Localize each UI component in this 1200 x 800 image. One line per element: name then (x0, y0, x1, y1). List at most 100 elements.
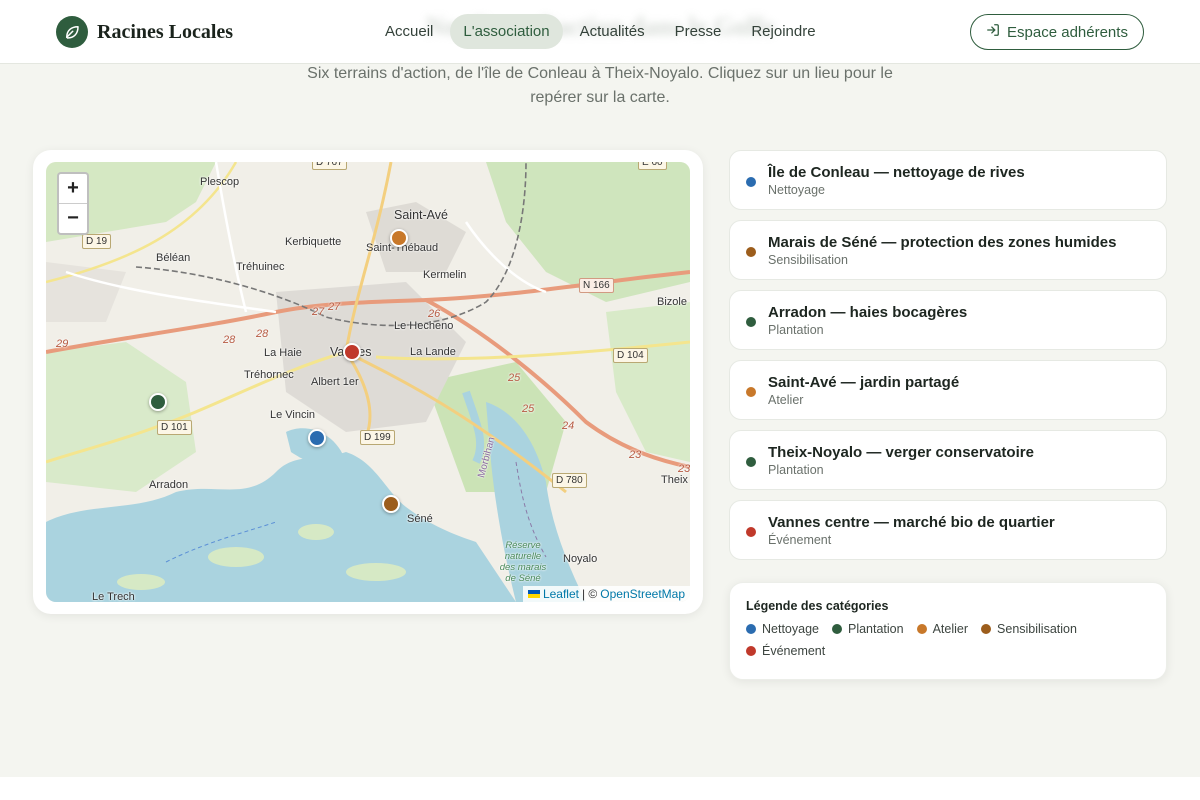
map-label-theix: Theix (661, 474, 688, 486)
category-dot (746, 177, 756, 187)
brand-name: Racines Locales (97, 20, 234, 43)
map-label-le-trech: Le Trech (92, 591, 135, 602)
login-icon (986, 23, 1000, 41)
site-card-conleau[interactable]: Île de Conleau — nettoyage de rives Nett… (729, 150, 1167, 210)
road-exit-25a: 25 (508, 372, 521, 384)
map-label-trehornec: Tréhornec (244, 369, 294, 381)
map-label-arradon: Arradon (149, 479, 189, 491)
site-title: Theix-Noyalo — verger conservatoire (768, 444, 1034, 461)
category-dot (746, 387, 756, 397)
leaflet-link[interactable]: Leaflet (543, 587, 579, 601)
site-category: Événement (768, 533, 832, 547)
legend-item-sensibilisation: Sensibilisation (981, 622, 1077, 636)
attribution-separator: | © (581, 587, 598, 601)
road-exit-28b: 28 (256, 328, 269, 340)
category-dot (746, 646, 756, 656)
leaf-icon (56, 16, 88, 48)
category-legend: Légende des catégories Nettoyage Plantat… (729, 582, 1167, 680)
site-category: Sensibilisation (768, 253, 848, 267)
main-nav: Accueil L'association Actualités Presse … (372, 14, 829, 49)
map-tiles (46, 162, 690, 602)
map-label-saint-ave: Saint-Avé (394, 208, 448, 222)
nav-item-rejoindre[interactable]: Rejoindre (738, 14, 828, 49)
road-d104: D 104 (613, 348, 648, 363)
category-dot (746, 247, 756, 257)
road-d767: D 767 (312, 162, 347, 170)
zoom-in-button[interactable]: + (59, 174, 87, 204)
category-dot (981, 624, 992, 634)
legend-title: Légende des catégories (746, 599, 889, 613)
legend-label: Atelier (932, 622, 969, 636)
page-subtitle: Six terrains d'action, de l'île de Conle… (307, 65, 893, 106)
map-label-trehuinec: Tréhuinec (236, 261, 285, 273)
road-exit-29: 29 (56, 338, 69, 350)
map-marker-arradon[interactable] (149, 393, 167, 411)
map-attribution: Leaflet | © OpenStreetMap (522, 586, 690, 602)
map-label-la-haie: La Haie (264, 347, 302, 359)
site-title: Marais de Séné — protection des zones hu… (768, 234, 1117, 251)
legend-label: Événement (762, 644, 826, 658)
site-card-arradon[interactable]: Arradon — haies bocagères Plantation (729, 290, 1167, 350)
site-title: Île de Conleau — nettoyage de rives (768, 164, 1025, 181)
map-marker-vannes-centre[interactable] (343, 343, 361, 361)
road-n166: N 166 (579, 278, 614, 293)
legend-item-plantation: Plantation (831, 622, 904, 636)
site-category: Plantation (768, 323, 824, 337)
road-d101: D 101 (157, 420, 192, 435)
site-category: Nettoyage (768, 183, 825, 197)
site-card-vannes-centre[interactable]: Vannes centre — marché bio de quartier É… (729, 500, 1167, 560)
interactive-map[interactable]: Plescop Saint-Avé Saint-Thébaud Kerbique… (46, 162, 690, 602)
map-label-bizole: Bizole (657, 296, 687, 308)
map-label-plescop: Plescop (200, 176, 240, 188)
map-label-kermelin: Kermelin (423, 269, 467, 281)
site-category: Plantation (768, 463, 824, 477)
nav-item-presse[interactable]: Presse (662, 14, 735, 49)
site-title: Arradon — haies bocagères (768, 304, 968, 321)
site-card-marais-sene[interactable]: Marais de Séné — protection des zones hu… (729, 220, 1167, 280)
map-marker-marais-sene[interactable] (382, 495, 400, 513)
category-dot (916, 624, 927, 634)
nav-item-actualites[interactable]: Actualités (567, 14, 658, 49)
site-card-theix-noyalo[interactable]: Theix-Noyalo — verger conservatoire Plan… (729, 430, 1167, 490)
map-label-le-vincin: Le Vincin (270, 409, 316, 421)
page-footer-strip (0, 777, 1200, 800)
legend-item-nettoyage: Nettoyage (746, 622, 819, 636)
map-label-kerbiquette: Kerbiquette (285, 236, 342, 248)
road-exit-25b: 25 (522, 403, 535, 415)
site-category: Atelier (768, 393, 804, 407)
road-exit-26: 26 (428, 308, 441, 320)
map-label-sene: Séné (407, 513, 433, 525)
category-dot (746, 457, 756, 467)
category-dot (746, 624, 756, 634)
road-d19: D 19 (82, 234, 112, 249)
road-exit-28a: 28 (223, 334, 236, 346)
members-area-label: Espace adhérents (1007, 23, 1128, 41)
site-title: Vannes centre — marché bio de quartier (768, 514, 1055, 531)
map-label-reserve: Réserve naturelle des marais de Séné (499, 540, 547, 584)
map-marker-conleau[interactable] (308, 429, 326, 447)
map-label-noyalo: Noyalo (563, 553, 598, 565)
openstreetmap-link[interactable]: OpenStreetMap (600, 587, 685, 601)
road-exit-23b: 23 (678, 463, 690, 475)
map-label-le-hecheno: Le Hecheno (394, 320, 454, 332)
legend-label: Nettoyage (762, 622, 819, 636)
road-e60: E 60 (638, 162, 667, 170)
brand[interactable]: Racines Locales (56, 16, 233, 48)
road-exit-24: 24 (562, 420, 575, 432)
site-card-saint-ave[interactable]: Saint-Avé — jardin partagé Atelier (729, 360, 1167, 420)
nav-item-association[interactable]: L'association (450, 14, 563, 49)
legend-item-evenement: Événement (746, 644, 825, 658)
ukraine-flag-icon (527, 590, 540, 598)
zoom-control: + − (57, 172, 89, 235)
category-dot (831, 624, 842, 634)
site-title: Saint-Avé — jardin partagé (768, 374, 960, 391)
map-marker-saint-ave[interactable] (390, 229, 408, 247)
nav-item-accueil[interactable]: Accueil (372, 14, 446, 49)
road-exit-27a: 27 (312, 306, 325, 318)
members-area-button[interactable]: Espace adhérents (970, 14, 1144, 50)
legend-item-atelier: Atelier (916, 622, 969, 636)
road-exit-23a: 23 (629, 449, 642, 461)
zoom-out-button[interactable]: − (59, 204, 87, 234)
road-d199: D 199 (360, 430, 395, 445)
category-dot (746, 317, 756, 327)
